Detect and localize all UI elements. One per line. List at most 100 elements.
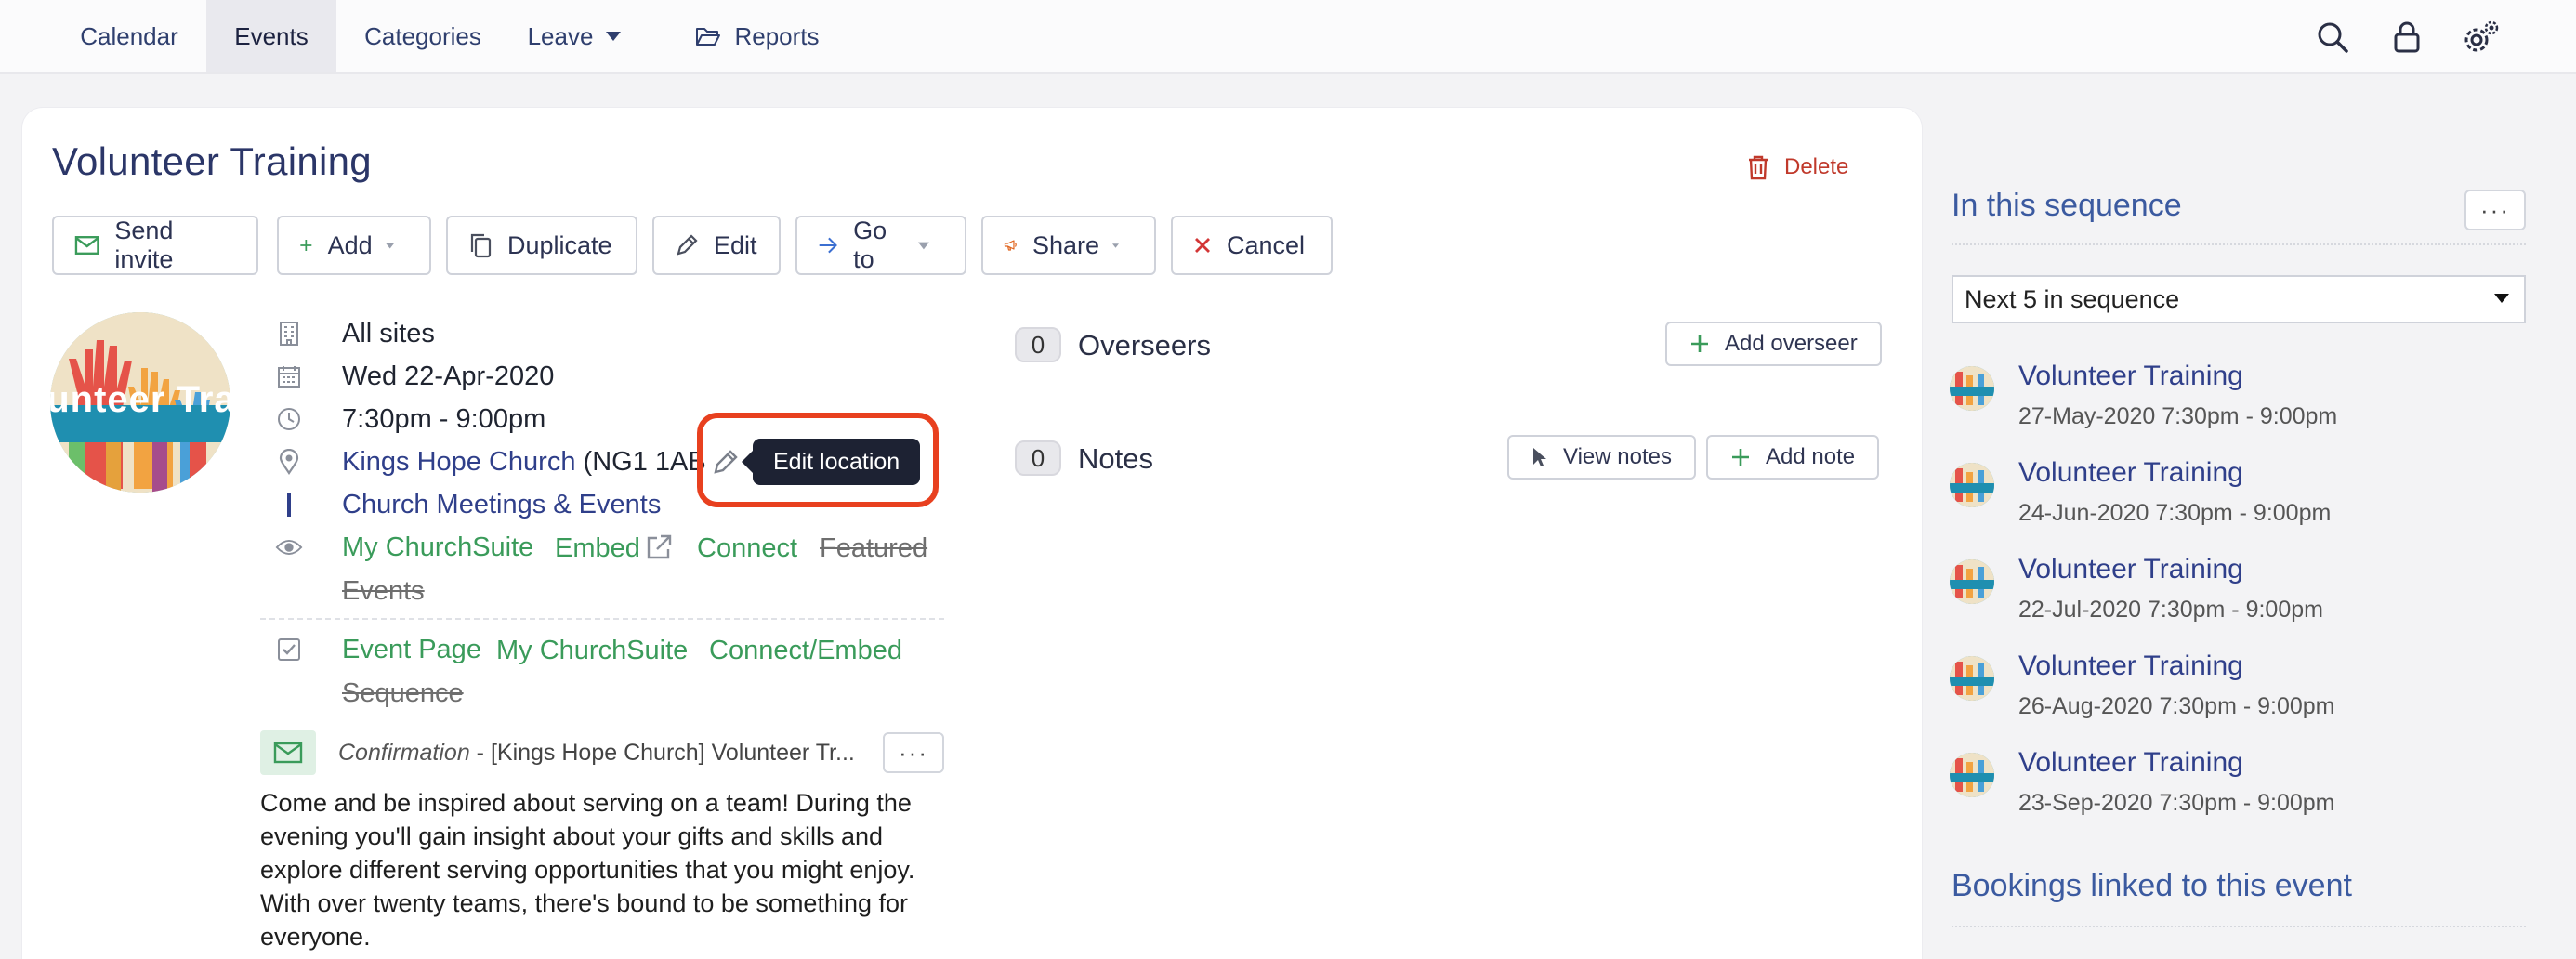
send-invite-button[interactable]: Send invite [52, 216, 258, 275]
settings-cog-icon[interactable] [2461, 17, 2502, 58]
sequence-item-title: Volunteer Training [2018, 554, 2243, 585]
event-page-link[interactable]: Event Page [342, 635, 481, 665]
sequence-item-date: 24-Jun-2020 7:30pm - 9:00pm [2018, 500, 2332, 526]
sequence-select[interactable]: Next 5 in sequence [1952, 275, 2526, 323]
sequence-label: Sequence [342, 678, 464, 708]
sequence-item-date: 26-Aug-2020 7:30pm - 9:00pm [2018, 693, 2335, 719]
delete-label: Delete [1784, 154, 1849, 179]
confirmation-more-button[interactable]: ··· [883, 732, 944, 773]
trash-icon [1749, 155, 1768, 180]
events-label: Events [342, 576, 425, 606]
email-icon [260, 730, 316, 775]
notes-label: Notes [1078, 442, 1153, 475]
button-label: Add note [1766, 444, 1856, 469]
go-to-button[interactable]: Go to [795, 216, 966, 275]
clock-icon [275, 405, 303, 433]
copy-icon [470, 233, 492, 258]
sequence-divider [1952, 243, 2526, 245]
button-label: Duplicate [507, 230, 612, 259]
tab-label: Calendar [80, 21, 178, 50]
plus-icon [1691, 335, 1708, 352]
external-link-icon [647, 534, 672, 559]
my-churchsuite-link[interactable]: My ChurchSuite [342, 532, 533, 562]
sequence-item-title: Volunteer Training [2018, 457, 2243, 488]
location-postcode: (NG1 1AB [575, 446, 706, 477]
megaphone-icon [1004, 240, 1017, 251]
duplicate-button[interactable]: Duplicate [446, 216, 637, 275]
confirmation-email[interactable]: Confirmation - [Kings Hope Church] Volun… [338, 740, 855, 767]
select-value: Next 5 in sequence [1965, 284, 2180, 313]
tab-events[interactable]: Events [206, 0, 336, 72]
chevron-down-icon [1112, 243, 1119, 248]
time-text: 7:30pm - 9:00pm [342, 403, 546, 434]
highlight-box [697, 413, 939, 507]
building-icon [275, 320, 303, 348]
button-label: Add overseer [1725, 331, 1858, 356]
date-text: Wed 22-Apr-2020 [342, 361, 555, 391]
delete-button[interactable]: Delete [1747, 154, 1848, 180]
tab-categories[interactable]: Categories [336, 0, 509, 72]
eye-icon [275, 533, 303, 561]
embed-link[interactable]: Embed [555, 533, 640, 564]
event-description: Come and be inspired about serving on a … [260, 789, 915, 951]
checkbox-icon [275, 636, 303, 663]
tab-label: Reports [734, 21, 820, 50]
sequence-item-title: Volunteer Training [2018, 650, 2243, 681]
sequence-my-churchsuite-link[interactable]: My ChurchSuite [496, 636, 688, 666]
button-label: View notes [1563, 444, 1672, 469]
envelope-icon [74, 236, 99, 255]
sequence-more-button[interactable]: ··· [2464, 190, 2526, 230]
event-avatar: unteer Trai [50, 312, 230, 493]
sequence-avatar [1950, 559, 1994, 604]
page-title: Volunteer Training [52, 139, 372, 183]
plus-icon [300, 240, 312, 251]
dashed-divider [260, 618, 944, 620]
share-button[interactable]: Share [981, 216, 1156, 275]
bookings-title: Bookings linked to this event [1952, 868, 2352, 903]
visibility-links: My ChurchSuite [342, 532, 533, 563]
sequence-item-title: Volunteer Training [2018, 747, 2243, 778]
calendar-icon [275, 362, 303, 390]
connect-embed-link[interactable]: Connect/Embed [709, 636, 902, 666]
map-pin-icon [275, 448, 303, 476]
bookings-divider [1952, 926, 2526, 927]
tab-reports[interactable]: Reports [678, 0, 836, 72]
tab-calendar[interactable]: Calendar [50, 0, 208, 72]
tab-label: Categories [364, 21, 481, 50]
featured-label: Featured [820, 533, 928, 563]
sequence-avatar [1950, 753, 1994, 797]
button-label: Send invite [114, 217, 174, 273]
edit-button[interactable]: Edit [652, 216, 781, 275]
lock-icon[interactable] [2386, 17, 2427, 58]
location-text: Kings Hope Church (NG1 1AB [342, 447, 706, 478]
view-notes-button[interactable]: View notes [1507, 435, 1696, 480]
chevron-down-icon [2494, 294, 2509, 303]
chevron-down-icon [606, 32, 622, 41]
chevron-down-icon [918, 242, 929, 249]
overseers-count-badge: 0 [1015, 327, 1061, 362]
tab-label: Leave [527, 21, 594, 50]
pencil-icon [677, 234, 698, 256]
connect-link[interactable]: Connect [697, 533, 797, 564]
arrow-right-icon [819, 237, 837, 254]
add-overseer-button[interactable]: Add overseer [1665, 322, 1882, 366]
tab-leave[interactable]: Leave [520, 0, 641, 72]
notes-count-badge: 0 [1015, 440, 1061, 476]
overseers-label: Overseers [1078, 329, 1211, 361]
add-button[interactable]: Add [277, 216, 431, 275]
folder-open-icon [696, 28, 721, 46]
sequence-avatar [1950, 463, 1994, 507]
plus-icon [1732, 449, 1749, 466]
search-icon[interactable] [2312, 17, 2353, 58]
add-note-button[interactable]: Add note [1706, 435, 1880, 480]
sequence-avatar [1950, 366, 1994, 411]
cancel-button[interactable]: Cancel [1171, 216, 1333, 275]
sequence-avatar [1950, 656, 1994, 701]
button-label: Go to [853, 217, 887, 273]
chevron-down-icon [385, 243, 394, 248]
location-link[interactable]: Kings Hope Church [342, 447, 575, 477]
confirmation-label: Confirmation [338, 740, 470, 766]
category-color-bar-icon [275, 491, 303, 519]
cursor-pointer-icon [1533, 448, 1546, 466]
category-link[interactable]: Church Meetings & Events [342, 490, 661, 520]
